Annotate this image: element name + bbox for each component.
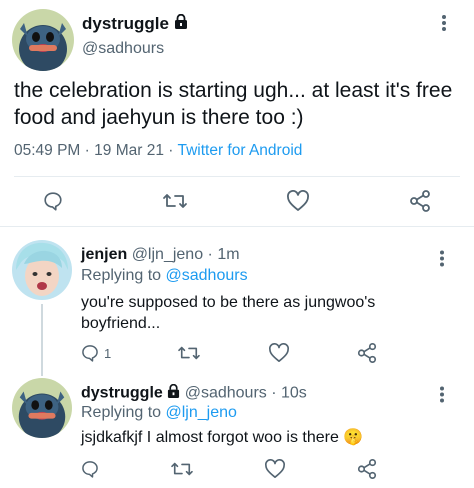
reply-icon: [80, 459, 100, 479]
heart-icon: [286, 190, 310, 212]
replying-prefix: Replying to: [81, 404, 162, 421]
reply-actions: [80, 458, 378, 480]
like-button[interactable]: [286, 190, 310, 212]
more-vertical-icon[interactable]: [434, 250, 451, 267]
share-button[interactable]: [408, 189, 432, 213]
meta-separator: ·: [271, 384, 277, 402]
replying-to: Replying to @ljn_jeno: [81, 404, 237, 422]
share-button[interactable]: [356, 458, 378, 480]
tweet-actions: [42, 189, 432, 213]
heart-icon: [264, 459, 286, 479]
heart-icon: [268, 343, 290, 363]
display-name[interactable]: dystruggle: [81, 385, 163, 402]
retweet-icon: [177, 343, 201, 363]
avatar[interactable]: [12, 9, 74, 71]
tweet-text: the celebration is starting ugh... at le…: [14, 79, 453, 129]
handle[interactable]: @ljn_jeno: [132, 246, 203, 263]
shushing-face-emoji: 🤫: [343, 429, 364, 446]
share-button[interactable]: [356, 342, 378, 364]
reply-button[interactable]: [80, 459, 100, 479]
meta-separator: ·: [168, 142, 174, 159]
lock-icon: [174, 13, 188, 34]
meta-separator: ·: [207, 246, 213, 263]
reply-time[interactable]: 1m: [217, 246, 239, 263]
reply-text-body: jsjdkafkjf I almost forgot woo is there: [81, 429, 339, 446]
display-name-text: dystruggle: [82, 14, 169, 33]
reply-button[interactable]: 1: [80, 343, 111, 363]
display-name[interactable]: dystruggle: [82, 13, 188, 34]
display-name[interactable]: jenjen: [81, 246, 127, 263]
reply-time[interactable]: 10s: [281, 385, 307, 402]
retweet-button[interactable]: [162, 190, 188, 212]
meta-separator: ·: [84, 142, 90, 159]
retweet-button[interactable]: [170, 459, 194, 479]
reply-tweet: dystruggle @sadhours · 10s Replying to @…: [0, 370, 474, 488]
retweet-icon: [162, 190, 188, 212]
lock-icon: [167, 383, 180, 403]
more-vertical-icon[interactable]: [435, 14, 453, 32]
share-icon: [408, 189, 432, 213]
replying-to-link[interactable]: @ljn_jeno: [166, 404, 237, 421]
avatar[interactable]: [12, 378, 72, 438]
reply-text: you're supposed to be there as jungwoo's…: [81, 294, 376, 332]
replying-to: Replying to @sadhours: [81, 267, 248, 285]
reply-count: 1: [104, 345, 112, 361]
handle[interactable]: @sadhours: [185, 385, 267, 402]
more-vertical-icon[interactable]: [434, 386, 451, 403]
reply-actions: 1: [80, 342, 378, 364]
handle[interactable]: @sadhours: [82, 40, 164, 58]
replying-to-link[interactable]: @sadhours: [166, 267, 248, 284]
tweet-date[interactable]: 19 Mar 21: [94, 142, 164, 159]
thread-line: [41, 304, 43, 376]
tweet-source[interactable]: Twitter for Android: [177, 142, 302, 159]
reply-tweet: jenjen @ljn_jeno · 1m Replying to @sadho…: [0, 226, 474, 376]
replying-prefix: Replying to: [81, 267, 162, 284]
tweet-meta: 05:49 PM · 19 Mar 21 · Twitter for Andro…: [14, 142, 302, 160]
reply-button[interactable]: [42, 190, 64, 212]
divider: [14, 176, 460, 177]
reply-header: dystruggle @sadhours · 10s: [81, 383, 307, 403]
reply-header: jenjen @ljn_jeno · 1m: [81, 246, 240, 264]
tweet-time[interactable]: 05:49 PM: [14, 142, 80, 159]
main-tweet: dystruggle @sadhours the celebration is …: [0, 0, 474, 222]
reply-text: jsjdkafkjf I almost forgot woo is there …: [81, 427, 441, 448]
share-icon: [356, 458, 378, 480]
like-button[interactable]: [264, 459, 286, 479]
reply-icon: [42, 190, 64, 212]
retweet-icon: [170, 459, 194, 479]
like-button[interactable]: [268, 343, 290, 363]
share-icon: [356, 342, 378, 364]
reply-icon: [80, 343, 100, 363]
retweet-button[interactable]: [177, 343, 201, 363]
avatar[interactable]: [12, 240, 72, 300]
